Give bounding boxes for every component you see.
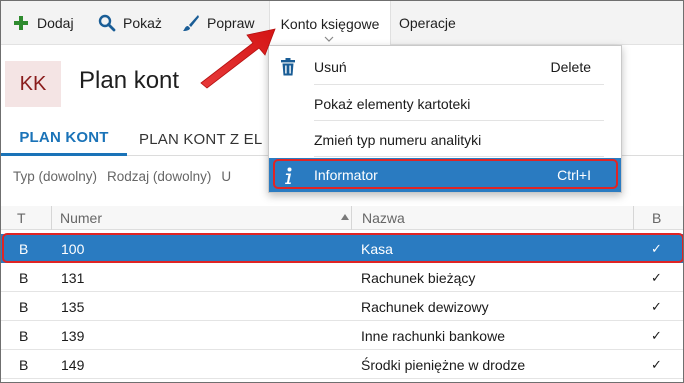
search-icon	[97, 13, 117, 33]
check-icon: ✓	[651, 298, 662, 314]
menu-item-delete-shortcut: Delete	[550, 59, 591, 75]
check-icon: ✓	[651, 269, 662, 285]
sort-ascending-icon	[341, 214, 349, 220]
table-row[interactable]: B 131 Rachunek bieżący ✓	[1, 263, 683, 292]
filter-more[interactable]: U	[221, 169, 231, 184]
cell-number: 131	[61, 269, 85, 286]
operations-menu-button[interactable]: Operacje	[399, 1, 456, 45]
filter-bar: Typ (dowolny) Rodzaj (dowolny) U	[13, 169, 231, 184]
cell-type: B	[19, 327, 29, 344]
menu-item-change-analytics-type-label: Zmień typ numeru analityki	[314, 132, 482, 148]
menu-item-show-elements[interactable]: Pokaż elementy kartoteki	[269, 86, 621, 122]
account-menu-label: Konto księgowe	[280, 15, 380, 32]
operations-menu-label: Operacje	[399, 15, 456, 31]
menu-divider	[314, 120, 604, 121]
check-icon: ✓	[651, 327, 662, 343]
menu-divider	[314, 156, 604, 157]
table-row[interactable]: B 149 Środki pieniężne w drodze ✓	[1, 350, 683, 379]
cell-name: Rachunek dewizowy	[361, 298, 489, 315]
cell-name: Środki pieniężne w drodze	[361, 356, 526, 373]
table-row[interactable]: B 139 Inne rachunki bankowe ✓	[1, 321, 683, 350]
menu-divider	[314, 84, 604, 85]
column-header-b[interactable]: B	[633, 206, 683, 230]
add-button[interactable]: Dodaj	[11, 1, 74, 45]
filter-type[interactable]: Typ (dowolny)	[13, 169, 97, 184]
annotation-arrow-icon	[200, 28, 276, 89]
cell-name: Rachunek bieżący	[361, 269, 476, 286]
column-header-type[interactable]: T	[17, 206, 26, 230]
column-header-name[interactable]: Nazwa	[351, 206, 405, 230]
cell-number: 149	[61, 356, 85, 373]
cell-number: 135	[61, 298, 85, 315]
plus-icon	[11, 13, 31, 33]
toolbar: Dodaj Pokaż Popraw Konto księgowe Operac…	[1, 1, 683, 46]
menu-item-delete[interactable]: Usuń Delete	[269, 49, 621, 85]
filter-kind[interactable]: Rodzaj (dowolny)	[107, 169, 211, 184]
tab-plan-kont[interactable]: PLAN KONT	[1, 122, 127, 156]
check-icon: ✓	[651, 356, 662, 372]
menu-item-show-elements-label: Pokaż elementy kartoteki	[314, 96, 471, 112]
app-window: Dodaj Pokaż Popraw Konto księgowe Operac…	[0, 0, 684, 383]
table-row[interactable]: B 135 Rachunek dewizowy ✓	[1, 292, 683, 321]
selected-row-highlight	[2, 233, 683, 263]
cell-type: B	[19, 356, 29, 373]
module-badge: KK	[5, 61, 61, 107]
cell-number: 139	[61, 327, 85, 344]
menu-item-change-analytics-type[interactable]: Zmień typ numeru analityki	[269, 122, 621, 158]
cell-type: B	[19, 269, 29, 286]
cell-name: Inne rachunki bankowe	[361, 327, 505, 344]
page-title: Plan kont	[79, 67, 180, 94]
show-button-label: Pokaż	[123, 15, 162, 31]
cell-type: B	[19, 298, 29, 315]
menu-item-delete-label: Usuń	[314, 59, 347, 75]
column-header-number[interactable]: Numer	[51, 206, 102, 230]
menu-item-highlight	[273, 159, 618, 189]
show-button[interactable]: Pokaż	[97, 1, 162, 45]
add-button-label: Dodaj	[37, 15, 74, 31]
chevron-down-icon	[324, 36, 334, 42]
tab-plan-kont-z-elementami[interactable]: PLAN KONT Z EL	[139, 122, 262, 156]
trash-icon	[279, 58, 297, 76]
